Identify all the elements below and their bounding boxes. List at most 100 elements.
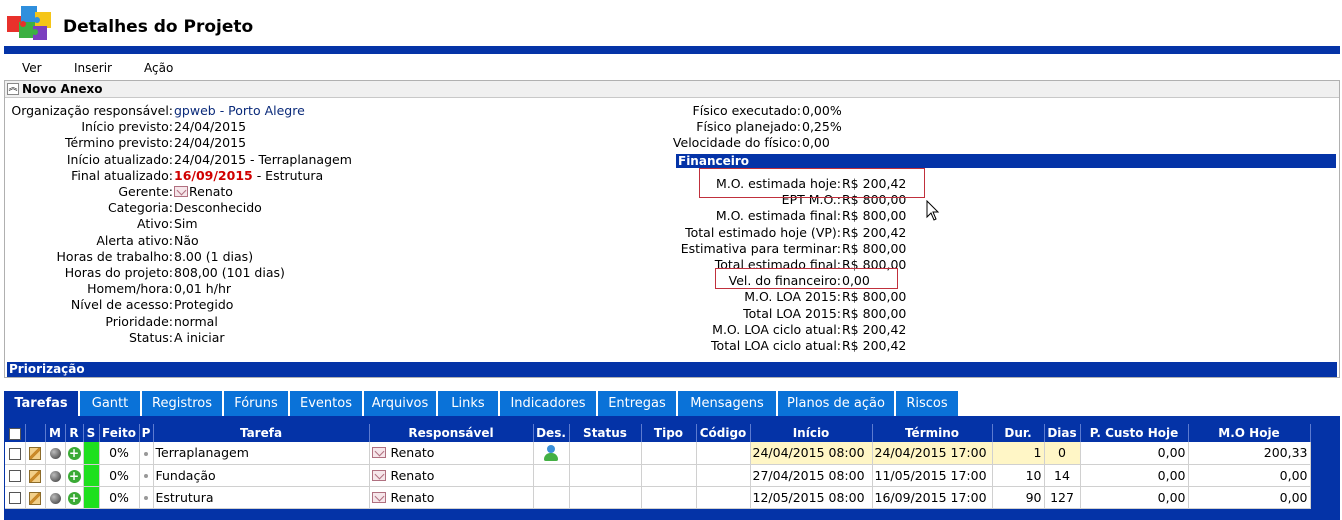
row-checkbox[interactable]: [8, 470, 21, 482]
tab-entregas[interactable]: Entregas: [598, 391, 676, 416]
row-edit[interactable]: [25, 486, 46, 509]
row-select[interactable]: [5, 464, 26, 487]
header-des[interactable]: Des.: [533, 424, 570, 442]
row-checkbox[interactable]: [8, 492, 21, 504]
puzzle-logo-icon: [7, 6, 51, 40]
header-p-custo-hoje[interactable]: P. Custo Hoje: [1080, 424, 1189, 442]
tab-planos-de-acao[interactable]: Planos de ação: [778, 391, 894, 416]
header-s[interactable]: S: [83, 424, 100, 442]
header-dur[interactable]: Dur.: [992, 424, 1045, 442]
row-r[interactable]: +: [65, 486, 84, 509]
field-value-text: R$ 200,42: [842, 338, 907, 353]
header-m[interactable]: M: [45, 424, 66, 442]
field-value: R$ 200,42: [842, 338, 906, 353]
tab-links[interactable]: Links: [438, 391, 498, 416]
field-row: Velocidade do físico: 0,00: [5, 135, 1339, 151]
header-r[interactable]: R: [65, 424, 84, 442]
row-des: [533, 486, 570, 509]
financeiro-header: Financeiro: [676, 154, 1336, 168]
field-row: Total LOA 2015: R$ 800,00: [5, 306, 1339, 322]
row-inicio: 12/05/2015 08:00: [750, 486, 873, 509]
priority-dot-icon: [144, 451, 148, 456]
mouse-pointer-icon: [926, 200, 940, 221]
row-termino: 11/05/2015 17:00: [872, 464, 993, 487]
row-select[interactable]: [5, 486, 26, 509]
field-row: Total estimado hoje (VP): R$ 200,42: [5, 225, 1339, 241]
field-label: Total estimado hoje (VP):: [685, 224, 841, 240]
tab-eventos[interactable]: Eventos: [290, 391, 362, 416]
row-inicio: 24/04/2015 08:00: [750, 442, 873, 465]
field-value: R$ 200,42: [842, 225, 906, 240]
row-r[interactable]: +: [65, 442, 84, 465]
row-dias: 127: [1044, 486, 1081, 509]
field-value-text: R$ 800,00: [842, 240, 907, 256]
tab-riscos[interactable]: Riscos: [896, 391, 958, 416]
row-des[interactable]: [533, 442, 570, 465]
row-checkbox[interactable]: [8, 447, 21, 460]
row-status: [569, 442, 642, 465]
add-circle-icon[interactable]: +: [67, 491, 81, 505]
menu-inserir[interactable]: Inserir: [74, 61, 112, 75]
header-tarefa[interactable]: Tarefa: [153, 424, 370, 442]
field-value-text: R$ 800,00: [842, 305, 907, 321]
row-mo: 200,33: [1188, 442, 1311, 465]
tab-mensagens[interactable]: Mensagens: [678, 391, 776, 416]
mail-icon[interactable]: [371, 469, 386, 481]
menu-ver[interactable]: Ver: [22, 61, 42, 75]
row-r[interactable]: +: [65, 464, 84, 487]
header-responsavel[interactable]: Responsável: [369, 424, 534, 442]
row-select[interactable]: [5, 442, 26, 465]
responsavel-name[interactable]: Renato: [390, 490, 434, 505]
field-label: Total LOA ciclo atual:: [711, 338, 841, 353]
responsavel-name[interactable]: Renato: [390, 445, 434, 460]
add-circle-icon[interactable]: +: [67, 447, 81, 461]
new-attachment-bar[interactable]: ︽ Novo Anexo: [5, 81, 1339, 98]
header-termino[interactable]: Término: [872, 424, 993, 442]
tab-arquivos[interactable]: Arquivos: [364, 391, 436, 416]
field-row: Físico executado: 0,00%: [5, 103, 1339, 119]
users-icon[interactable]: [542, 445, 560, 461]
tab-tarefas[interactable]: Tarefas: [4, 391, 78, 416]
row-dias: 14: [1044, 464, 1081, 487]
row-tarefa[interactable]: Terraplanagem: [153, 442, 370, 465]
header-codigo[interactable]: Código: [696, 424, 751, 442]
mail-icon[interactable]: [371, 447, 386, 459]
grey-ball-icon: [49, 470, 61, 482]
header-dias[interactable]: Dias: [1044, 424, 1081, 442]
field-value: 0,25%: [802, 119, 842, 134]
mail-icon[interactable]: [371, 491, 386, 503]
select-all-checkbox[interactable]: [8, 427, 21, 440]
add-circle-icon[interactable]: +: [67, 469, 81, 483]
row-tarefa[interactable]: Fundação: [153, 464, 370, 487]
responsavel-name[interactable]: Renato: [390, 468, 434, 483]
field-label: Total LOA 2015:: [743, 305, 841, 321]
row-responsavel[interactable]: Renato: [369, 442, 534, 465]
row-tarefa[interactable]: Estrutura: [153, 486, 370, 509]
row-responsavel[interactable]: Renato: [369, 486, 534, 509]
field-value: R$ 800,00: [842, 289, 906, 304]
row-edit[interactable]: [25, 442, 46, 465]
grey-ball-icon: [49, 492, 61, 504]
header-feito[interactable]: Feito: [99, 424, 140, 442]
tab-registros[interactable]: Registros: [142, 391, 222, 416]
header-select-all[interactable]: [5, 424, 26, 442]
tab-gantt[interactable]: Gantt: [80, 391, 140, 416]
row-responsavel[interactable]: Renato: [369, 464, 534, 487]
header-p[interactable]: P: [139, 424, 154, 442]
row-dur: 1: [992, 442, 1045, 465]
menu-acao[interactable]: Ação: [144, 61, 173, 75]
field-row: M.O. LOA 2015: R$ 800,00: [5, 289, 1339, 305]
header-inicio[interactable]: Início: [750, 424, 873, 442]
edit-pencil-icon[interactable]: [29, 469, 41, 483]
tasks-grid-container: M R S Feito P Tarefa Responsável Des. St…: [4, 416, 1340, 520]
header-status[interactable]: Status: [569, 424, 642, 442]
header-mo-hoje[interactable]: M.O Hoje: [1188, 424, 1311, 442]
field-value-text: 0,25%: [802, 119, 842, 135]
edit-pencil-icon[interactable]: [29, 447, 41, 461]
header-tipo[interactable]: Tipo: [641, 424, 697, 442]
edit-pencil-icon[interactable]: [29, 491, 41, 505]
row-edit[interactable]: [25, 464, 46, 487]
tab-foruns[interactable]: Fóruns: [224, 391, 288, 416]
tab-indicadores[interactable]: Indicadores: [500, 391, 596, 416]
collapse-chevron-icon[interactable]: ︽: [7, 83, 19, 95]
